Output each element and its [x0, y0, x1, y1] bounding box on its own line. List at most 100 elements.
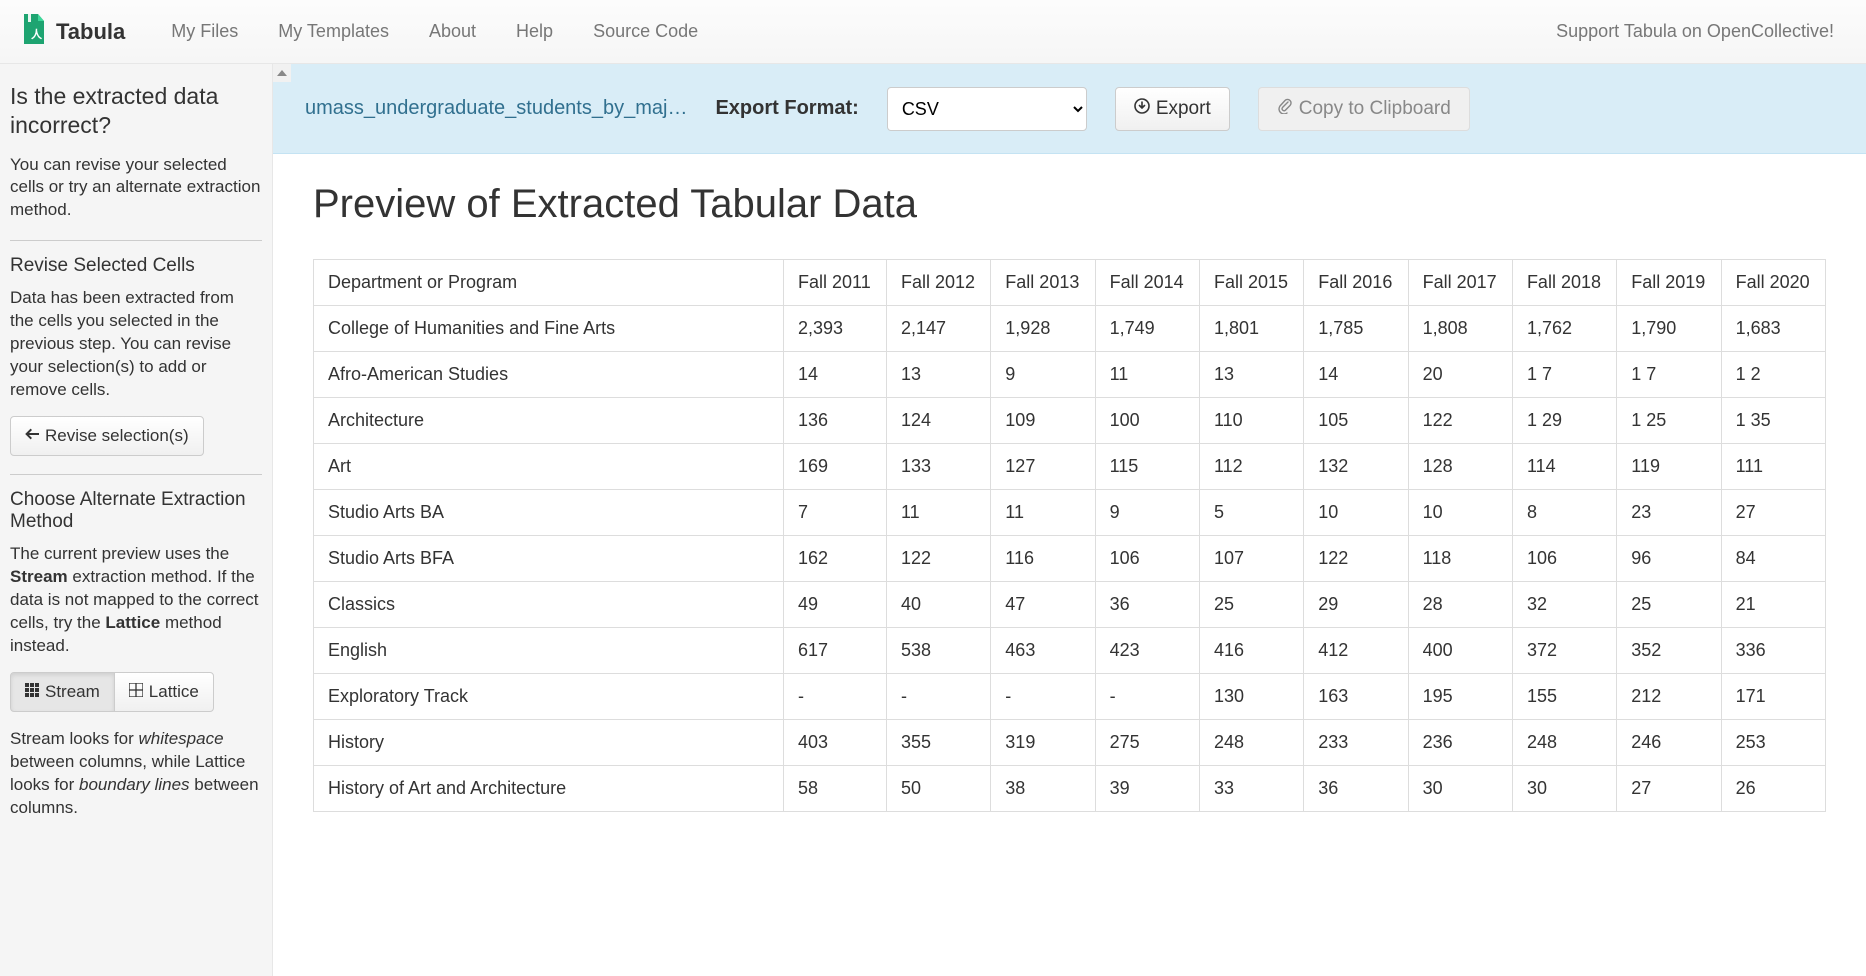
- cell-value: 29: [1304, 582, 1408, 628]
- cell-value: 236: [1408, 720, 1512, 766]
- cell-value: 1,808: [1408, 306, 1512, 352]
- cell-value: 13: [886, 352, 990, 398]
- cell-value: 162: [784, 536, 887, 582]
- cell-value: 20: [1408, 352, 1512, 398]
- export-format-select[interactable]: CSV: [887, 87, 1087, 131]
- cell-value: 403: [784, 720, 887, 766]
- cell-value: 1,785: [1304, 306, 1408, 352]
- cell-value: 275: [1095, 720, 1199, 766]
- cell-value: 130: [1199, 674, 1303, 720]
- brand-text: Tabula: [56, 19, 125, 45]
- brand[interactable]: 人 Tabula: [20, 12, 125, 52]
- grid-icon: [25, 682, 39, 702]
- cell-value: 1 29: [1512, 398, 1616, 444]
- cell-department: College of Humanities and Fine Arts: [314, 306, 784, 352]
- export-button-label: Export: [1156, 98, 1211, 120]
- cell-value: 11: [991, 490, 1095, 536]
- cell-value: 128: [1408, 444, 1512, 490]
- cell-value: 114: [1512, 444, 1616, 490]
- cell-value: 7: [784, 490, 887, 536]
- cell-value: 163: [1304, 674, 1408, 720]
- cell-value: 2,147: [886, 306, 990, 352]
- cell-value: 617: [784, 628, 887, 674]
- cell-value: 8: [1512, 490, 1616, 536]
- col-header-year: Fall 2018: [1512, 260, 1616, 306]
- scroll-up-arrow[interactable]: [273, 64, 291, 82]
- cell-value: 253: [1721, 720, 1825, 766]
- cell-value: 352: [1617, 628, 1721, 674]
- nav-my-files[interactable]: My Files: [153, 13, 256, 50]
- cell-value: 110: [1199, 398, 1303, 444]
- cell-value: 106: [1095, 536, 1199, 582]
- divider: [10, 474, 262, 475]
- cell-value: 319: [991, 720, 1095, 766]
- stream-button-label: Stream: [45, 682, 100, 702]
- cell-value: 1 7: [1617, 352, 1721, 398]
- col-header-year: Fall 2016: [1304, 260, 1408, 306]
- cell-value: 124: [886, 398, 990, 444]
- col-header-year: Fall 2012: [886, 260, 990, 306]
- cell-value: 119: [1617, 444, 1721, 490]
- cell-value: -: [991, 674, 1095, 720]
- filename: umass_undergraduate_students_by_maj…: [305, 97, 687, 120]
- cell-department: Studio Arts BA: [314, 490, 784, 536]
- lattice-button-label: Lattice: [149, 682, 199, 702]
- cell-value: 1,928: [991, 306, 1095, 352]
- nav-my-templates[interactable]: My Templates: [260, 13, 407, 50]
- cell-value: 23: [1617, 490, 1721, 536]
- col-header-year: Fall 2014: [1095, 260, 1199, 306]
- copy-clipboard-button[interactable]: Copy to Clipboard: [1258, 87, 1470, 131]
- nav-help[interactable]: Help: [498, 13, 571, 50]
- cell-value: 246: [1617, 720, 1721, 766]
- cell-value: 36: [1095, 582, 1199, 628]
- cell-value: 1,762: [1512, 306, 1616, 352]
- export-toolbar: umass_undergraduate_students_by_maj… Exp…: [273, 64, 1866, 154]
- content: Preview of Extracted Tabular Data Depart…: [273, 154, 1866, 840]
- cell-value: 1 35: [1721, 398, 1825, 444]
- arrow-left-icon: [25, 426, 39, 446]
- main: umass_undergraduate_students_by_maj… Exp…: [273, 64, 1866, 976]
- table-row: History of Art and Architecture585038393…: [314, 766, 1826, 812]
- lattice-button[interactable]: Lattice: [114, 672, 214, 712]
- nav-source-code[interactable]: Source Code: [575, 13, 716, 50]
- cell-value: 11: [1095, 352, 1199, 398]
- divider: [10, 240, 262, 241]
- col-header-department: Department or Program: [314, 260, 784, 306]
- cell-value: 9: [991, 352, 1095, 398]
- cell-value: 248: [1512, 720, 1616, 766]
- col-header-year: Fall 2019: [1617, 260, 1721, 306]
- cell-value: 127: [991, 444, 1095, 490]
- export-button[interactable]: Export: [1115, 87, 1230, 131]
- cell-value: 33: [1199, 766, 1303, 812]
- cell-value: 2,393: [784, 306, 887, 352]
- nav-about[interactable]: About: [411, 13, 494, 50]
- cell-value: 5: [1199, 490, 1303, 536]
- cell-value: 27: [1721, 490, 1825, 536]
- cell-value: 84: [1721, 536, 1825, 582]
- cell-value: 1 25: [1617, 398, 1721, 444]
- cell-value: 47: [991, 582, 1095, 628]
- cell-department: History of Art and Architecture: [314, 766, 784, 812]
- cell-value: 14: [1304, 352, 1408, 398]
- cell-value: 32: [1512, 582, 1616, 628]
- nav-support[interactable]: Support Tabula on OpenCollective!: [1544, 13, 1846, 50]
- cell-department: History: [314, 720, 784, 766]
- cell-value: 49: [784, 582, 887, 628]
- cell-department: Architecture: [314, 398, 784, 444]
- cell-value: 233: [1304, 720, 1408, 766]
- table-row: Afro-American Studies14139111314201 71 7…: [314, 352, 1826, 398]
- sidebar-question-body: You can revise your selected cells or tr…: [10, 154, 262, 223]
- cell-department: Afro-American Studies: [314, 352, 784, 398]
- cell-value: 96: [1617, 536, 1721, 582]
- revise-selections-button[interactable]: Revise selection(s): [10, 416, 204, 456]
- table-row: English617538463423416412400372352336: [314, 628, 1826, 674]
- col-header-year: Fall 2013: [991, 260, 1095, 306]
- cell-value: 248: [1199, 720, 1303, 766]
- table-row: History403355319275248233236248246253: [314, 720, 1826, 766]
- cell-value: 112: [1199, 444, 1303, 490]
- stream-button[interactable]: Stream: [10, 672, 115, 712]
- cell-value: 1 2: [1721, 352, 1825, 398]
- cell-value: 25: [1617, 582, 1721, 628]
- cell-value: 10: [1408, 490, 1512, 536]
- cell-value: 109: [991, 398, 1095, 444]
